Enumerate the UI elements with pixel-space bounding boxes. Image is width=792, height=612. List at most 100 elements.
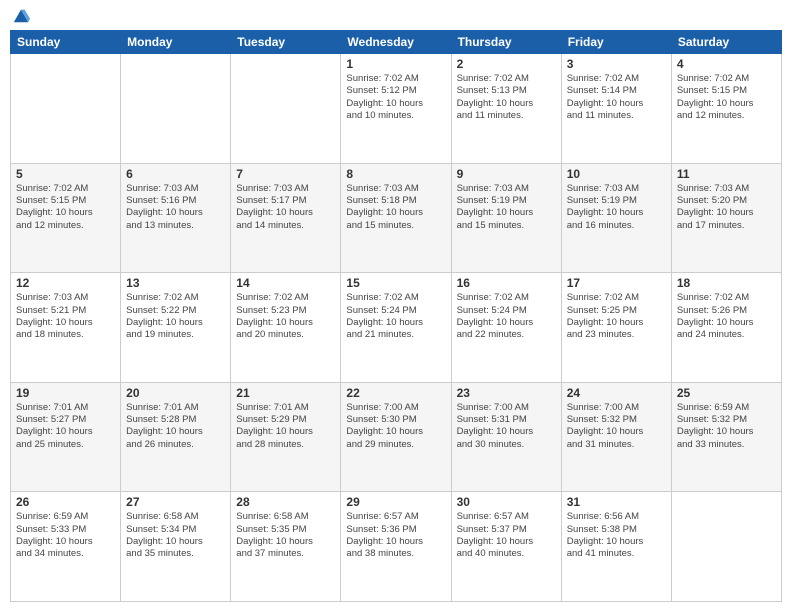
- day-info: Sunrise: 7:03 AM Sunset: 5:16 PM Dayligh…: [126, 183, 225, 232]
- day-info: Sunrise: 7:00 AM Sunset: 5:30 PM Dayligh…: [346, 402, 445, 451]
- weekday-header-wednesday: Wednesday: [341, 31, 451, 54]
- calendar-cell: [671, 492, 781, 602]
- day-number: 28: [236, 495, 335, 509]
- day-info: Sunrise: 7:02 AM Sunset: 5:26 PM Dayligh…: [677, 292, 776, 341]
- day-number: 3: [567, 57, 666, 71]
- day-info: Sunrise: 6:59 AM Sunset: 5:32 PM Dayligh…: [677, 402, 776, 451]
- day-number: 2: [457, 57, 556, 71]
- header: [10, 10, 782, 22]
- day-info: Sunrise: 7:01 AM Sunset: 5:27 PM Dayligh…: [16, 402, 115, 451]
- day-info: Sunrise: 7:03 AM Sunset: 5:21 PM Dayligh…: [16, 292, 115, 341]
- day-info: Sunrise: 7:03 AM Sunset: 5:17 PM Dayligh…: [236, 183, 335, 232]
- calendar-table: SundayMondayTuesdayWednesdayThursdayFrid…: [10, 30, 782, 602]
- day-info: Sunrise: 6:57 AM Sunset: 5:37 PM Dayligh…: [457, 511, 556, 560]
- calendar-week-row: 5 Sunrise: 7:02 AM Sunset: 5:15 PM Daylig…: [11, 163, 782, 273]
- weekday-header-monday: Monday: [121, 31, 231, 54]
- calendar-cell: 15 Sunrise: 7:02 AM Sunset: 5:24 PM Dayli…: [341, 273, 451, 383]
- day-number: 6: [126, 167, 225, 181]
- calendar-cell: 3 Sunrise: 7:02 AM Sunset: 5:14 PM Daylig…: [561, 54, 671, 164]
- logo-icon: [12, 6, 30, 24]
- page: SundayMondayTuesdayWednesdayThursdayFrid…: [0, 0, 792, 612]
- calendar-cell: 6 Sunrise: 7:03 AM Sunset: 5:16 PM Daylig…: [121, 163, 231, 273]
- calendar-cell: 25 Sunrise: 6:59 AM Sunset: 5:32 PM Dayli…: [671, 382, 781, 492]
- day-info: Sunrise: 7:03 AM Sunset: 5:19 PM Dayligh…: [567, 183, 666, 232]
- day-number: 15: [346, 276, 445, 290]
- calendar-week-row: 26 Sunrise: 6:59 AM Sunset: 5:33 PM Dayli…: [11, 492, 782, 602]
- calendar-cell: 24Sunrise: 7:00 AM Sunset: 5:32 PM Dayli…: [561, 382, 671, 492]
- day-number: 13: [126, 276, 225, 290]
- day-number: 8: [346, 167, 445, 181]
- calendar-cell: 14 Sunrise: 7:02 AM Sunset: 5:23 PM Dayli…: [231, 273, 341, 383]
- calendar-cell: 20 Sunrise: 7:01 AM Sunset: 5:28 PM Dayli…: [121, 382, 231, 492]
- day-number: 14: [236, 276, 335, 290]
- day-info: Sunrise: 7:03 AM Sunset: 5:18 PM Dayligh…: [346, 183, 445, 232]
- calendar-cell: 8 Sunrise: 7:03 AM Sunset: 5:18 PM Daylig…: [341, 163, 451, 273]
- day-info: Sunrise: 6:58 AM Sunset: 5:35 PM Dayligh…: [236, 511, 335, 560]
- calendar-cell: [11, 54, 121, 164]
- day-number: 30: [457, 495, 556, 509]
- day-info: Sunrise: 6:57 AM Sunset: 5:36 PM Dayligh…: [346, 511, 445, 560]
- calendar-cell: 11 Sunrise: 7:03 AM Sunset: 5:20 PM Dayli…: [671, 163, 781, 273]
- calendar-cell: 27 Sunrise: 6:58 AM Sunset: 5:34 PM Dayli…: [121, 492, 231, 602]
- day-info: Sunrise: 7:03 AM Sunset: 5:19 PM Dayligh…: [457, 183, 556, 232]
- logo-block: [10, 10, 30, 22]
- day-info: Sunrise: 7:02 AM Sunset: 5:24 PM Dayligh…: [346, 292, 445, 341]
- day-info: Sunrise: 6:59 AM Sunset: 5:33 PM Dayligh…: [16, 511, 115, 560]
- day-number: 27: [126, 495, 225, 509]
- day-info: Sunrise: 7:02 AM Sunset: 5:22 PM Dayligh…: [126, 292, 225, 341]
- logo: [10, 10, 30, 22]
- calendar-cell: 10 Sunrise: 7:03 AM Sunset: 5:19 PM Dayli…: [561, 163, 671, 273]
- day-info: Sunrise: 7:02 AM Sunset: 5:15 PM Dayligh…: [16, 183, 115, 232]
- calendar-cell: 23 Sunrise: 7:00 AM Sunset: 5:31 PM Dayli…: [451, 382, 561, 492]
- day-info: Sunrise: 7:02 AM Sunset: 5:13 PM Dayligh…: [457, 73, 556, 122]
- day-number: 5: [16, 167, 115, 181]
- day-info: Sunrise: 7:02 AM Sunset: 5:24 PM Dayligh…: [457, 292, 556, 341]
- day-info: Sunrise: 7:02 AM Sunset: 5:12 PM Dayligh…: [346, 73, 445, 122]
- calendar-cell: 22 Sunrise: 7:00 AM Sunset: 5:30 PM Dayli…: [341, 382, 451, 492]
- day-info: Sunrise: 7:02 AM Sunset: 5:25 PM Dayligh…: [567, 292, 666, 341]
- day-info: Sunrise: 7:00 AM Sunset: 5:32 PM Dayligh…: [567, 402, 666, 451]
- calendar-cell: 16 Sunrise: 7:02 AM Sunset: 5:24 PM Dayli…: [451, 273, 561, 383]
- day-number: 11: [677, 167, 776, 181]
- day-number: 10: [567, 167, 666, 181]
- day-number: 26: [16, 495, 115, 509]
- calendar-cell: 18 Sunrise: 7:02 AM Sunset: 5:26 PM Dayli…: [671, 273, 781, 383]
- day-info: Sunrise: 7:02 AM Sunset: 5:15 PM Dayligh…: [677, 73, 776, 122]
- day-number: 4: [677, 57, 776, 71]
- calendar-cell: 21 Sunrise: 7:01 AM Sunset: 5:29 PM Dayli…: [231, 382, 341, 492]
- day-info: Sunrise: 7:01 AM Sunset: 5:29 PM Dayligh…: [236, 402, 335, 451]
- calendar-cell: 2 Sunrise: 7:02 AM Sunset: 5:13 PM Daylig…: [451, 54, 561, 164]
- day-number: 25: [677, 386, 776, 400]
- day-number: 22: [346, 386, 445, 400]
- day-number: 7: [236, 167, 335, 181]
- calendar-cell: 17 Sunrise: 7:02 AM Sunset: 5:25 PM Dayli…: [561, 273, 671, 383]
- day-number: 21: [236, 386, 335, 400]
- day-info: Sunrise: 7:02 AM Sunset: 5:14 PM Dayligh…: [567, 73, 666, 122]
- calendar-cell: 12Sunrise: 7:03 AM Sunset: 5:21 PM Dayli…: [11, 273, 121, 383]
- day-number: 29: [346, 495, 445, 509]
- weekday-header-tuesday: Tuesday: [231, 31, 341, 54]
- weekday-header-thursday: Thursday: [451, 31, 561, 54]
- day-number: 31: [567, 495, 666, 509]
- weekday-header-row: SundayMondayTuesdayWednesdayThursdayFrid…: [11, 31, 782, 54]
- day-info: Sunrise: 7:01 AM Sunset: 5:28 PM Dayligh…: [126, 402, 225, 451]
- calendar-cell: [121, 54, 231, 164]
- day-number: 23: [457, 386, 556, 400]
- day-number: 19: [16, 386, 115, 400]
- calendar-cell: 30 Sunrise: 6:57 AM Sunset: 5:37 PM Dayli…: [451, 492, 561, 602]
- calendar-week-row: 19 Sunrise: 7:01 AM Sunset: 5:27 PM Dayli…: [11, 382, 782, 492]
- day-number: 16: [457, 276, 556, 290]
- day-number: 18: [677, 276, 776, 290]
- day-info: Sunrise: 6:58 AM Sunset: 5:34 PM Dayligh…: [126, 511, 225, 560]
- day-info: Sunrise: 7:00 AM Sunset: 5:31 PM Dayligh…: [457, 402, 556, 451]
- day-info: Sunrise: 7:02 AM Sunset: 5:23 PM Dayligh…: [236, 292, 335, 341]
- day-info: Sunrise: 6:56 AM Sunset: 5:38 PM Dayligh…: [567, 511, 666, 560]
- day-number: 17: [567, 276, 666, 290]
- calendar-cell: 28 Sunrise: 6:58 AM Sunset: 5:35 PM Dayli…: [231, 492, 341, 602]
- weekday-header-sunday: Sunday: [11, 31, 121, 54]
- calendar-cell: 19 Sunrise: 7:01 AM Sunset: 5:27 PM Dayli…: [11, 382, 121, 492]
- calendar-cell: 29 Sunrise: 6:57 AM Sunset: 5:36 PM Dayli…: [341, 492, 451, 602]
- calendar-cell: 5 Sunrise: 7:02 AM Sunset: 5:15 PM Daylig…: [11, 163, 121, 273]
- day-number: 20: [126, 386, 225, 400]
- day-info: Sunrise: 7:03 AM Sunset: 5:20 PM Dayligh…: [677, 183, 776, 232]
